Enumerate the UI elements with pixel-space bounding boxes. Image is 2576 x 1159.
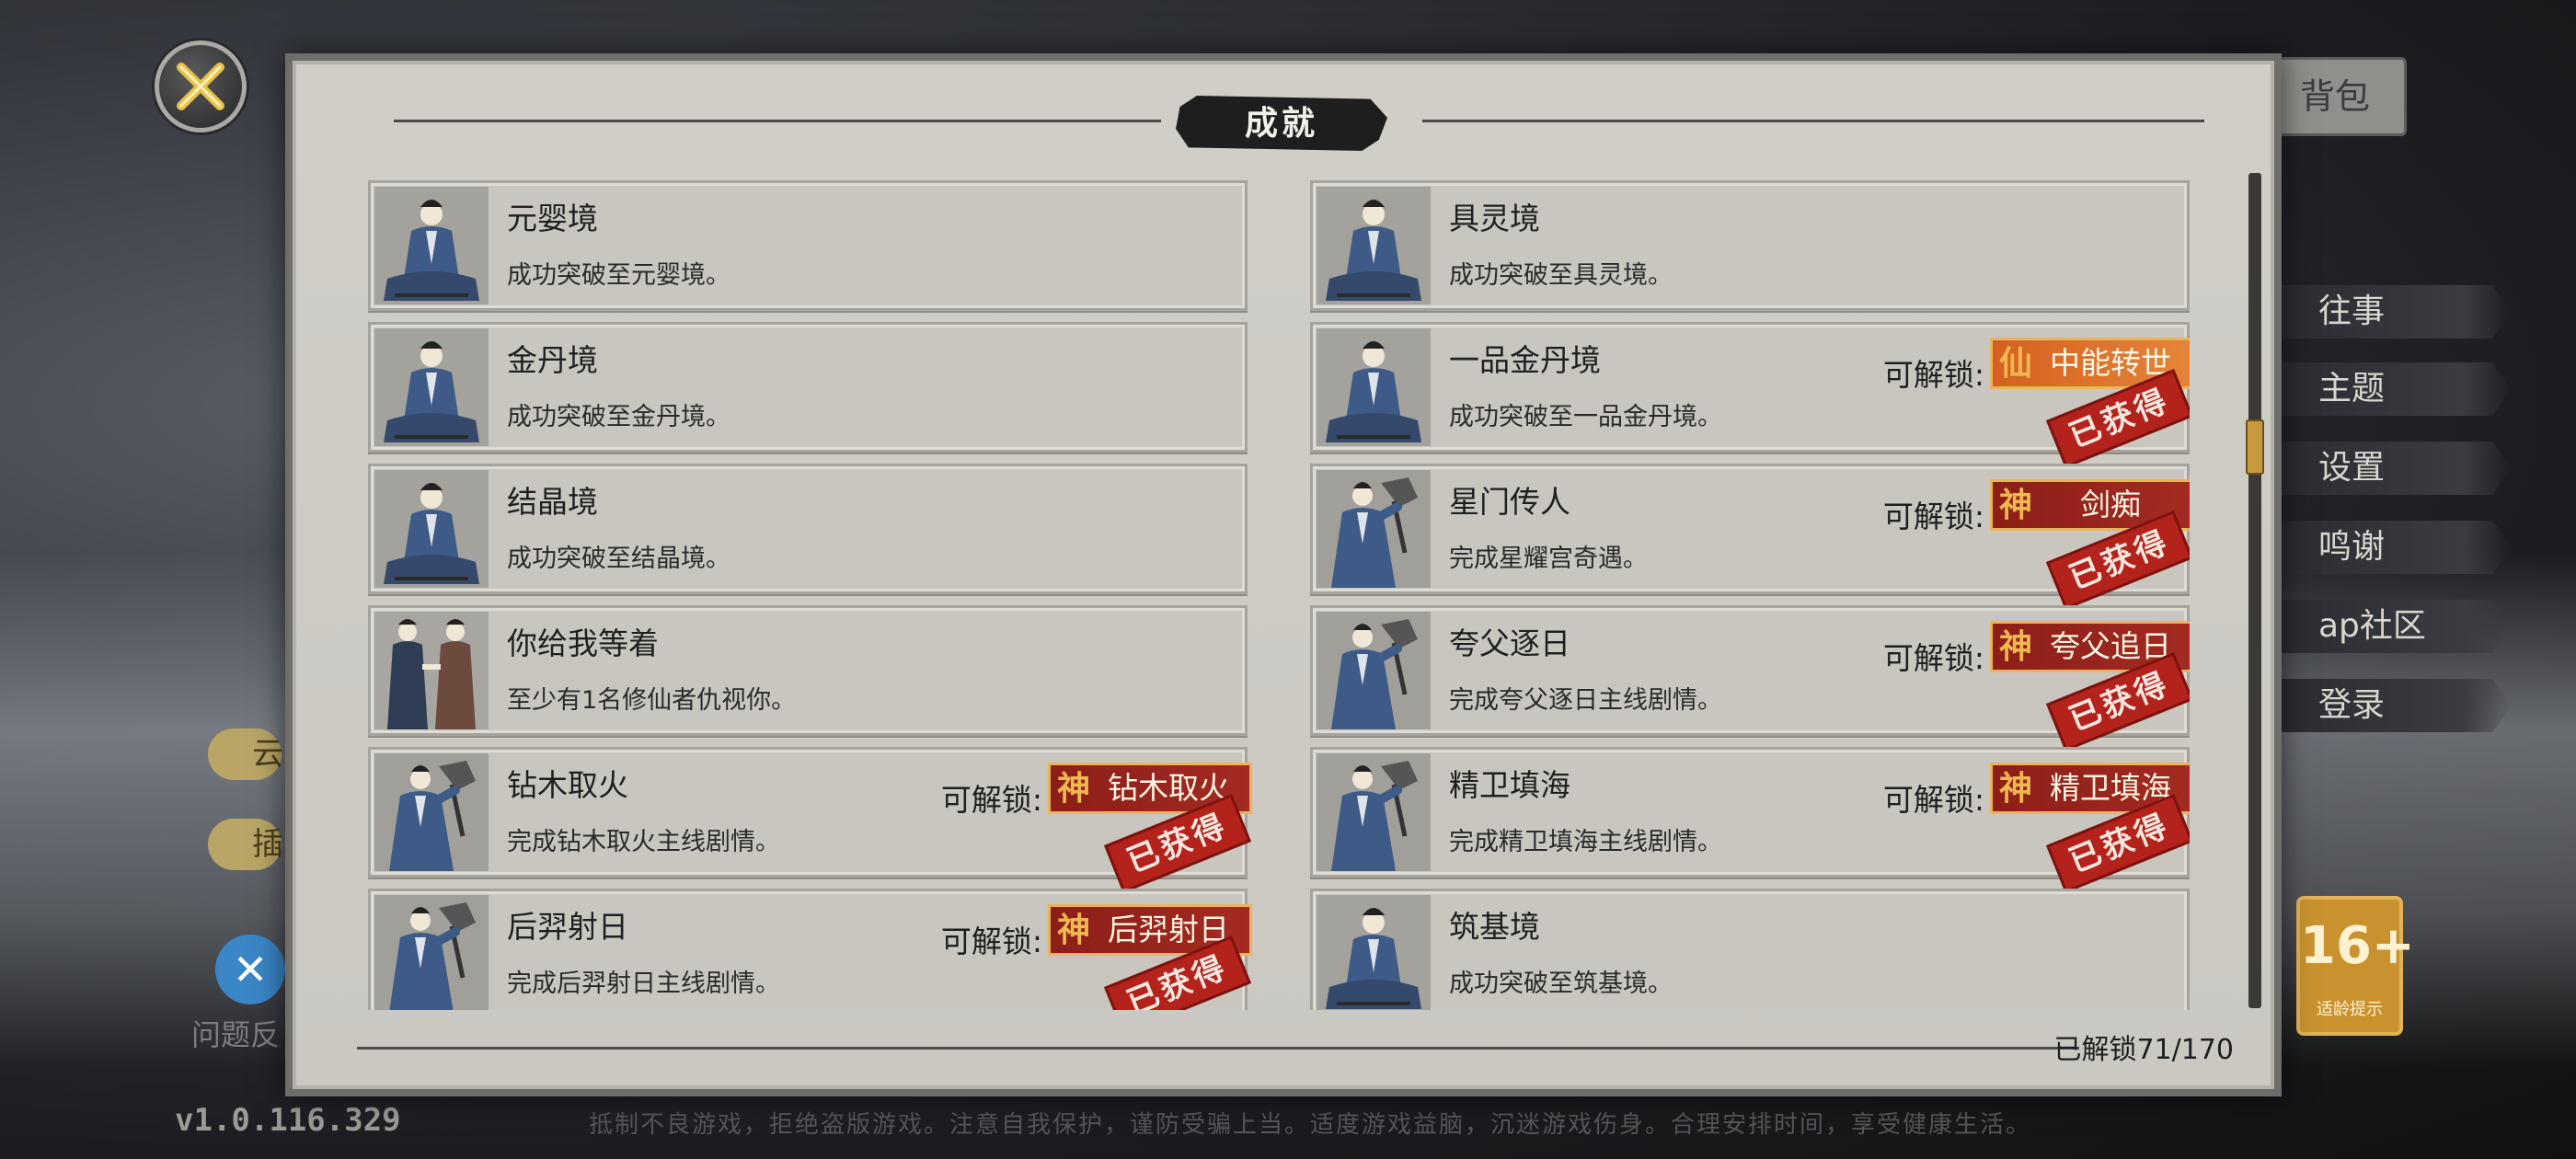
achievement-description: 至少有1名修仙者仇视你。: [507, 686, 797, 715]
bag-button[interactable]: 背包: [2263, 57, 2407, 136]
achievement-description: 完成星耀宫奇遇。: [1449, 545, 1648, 573]
title-rule-left: [394, 120, 1161, 122]
feedback-label: 问题反: [191, 1017, 281, 1052]
meditating-cultivator-avatar: [374, 328, 489, 446]
achievement-title: 精卫填海: [1449, 767, 1570, 803]
achievement-title: 具灵境: [1449, 201, 1540, 236]
side-menu-item[interactable]: 往事: [2272, 285, 2512, 339]
achievement-card[interactable]: 夸父逐日 完成夸父逐日主线剧情。 可解锁: 神夸父追日 已获得: [1310, 605, 2190, 752]
age-rating-badge: 16+ 适龄提示: [2296, 896, 2415, 1036]
unlock-label: 可解锁:: [940, 924, 1042, 959]
side-menu-item[interactable]: ap社区: [2272, 600, 2512, 653]
achievement-card[interactable]: 钻木取火 完成钻木取火主线剧情。 可解锁: 神钻木取火 已获得: [368, 747, 1252, 894]
side-menu-item[interactable]: 登录: [2272, 679, 2512, 732]
age-rating-caption: 适龄提示: [2317, 1000, 2383, 1019]
achievement-description: 成功突破至具灵境。: [1449, 261, 1673, 290]
title-rule-right: [1422, 120, 2204, 122]
meditating-cultivator-avatar: [374, 187, 489, 304]
achievement-title: 筑基境: [1449, 909, 1540, 945]
achievement-title: 结晶境: [507, 484, 598, 520]
achievement-description: 完成精卫填海主线剧情。: [1449, 828, 1722, 856]
achievement-title: 元婴境: [507, 201, 598, 236]
unlock-label: 可解锁:: [1882, 357, 1984, 393]
health-notice: 抵制不良游戏，拒绝盗版游戏。注意自我保护，谨防受骗上当。适度游戏益脑，沉迷游戏伤…: [589, 1111, 2032, 1139]
achievement-card[interactable]: 筑基境成功突破至筑基境。: [1310, 889, 2190, 1010]
meditating-cultivator-avatar: [1317, 895, 1431, 1010]
achievement-card[interactable]: 你给我等着至少有1名修仙者仇视你。: [368, 605, 1248, 736]
unlock-label: 可解锁:: [1882, 640, 1984, 676]
version-label: v1.0.116.329: [175, 1102, 401, 1139]
standing-cultivator-avatar: [1317, 470, 1431, 588]
achievement-description: 完成后羿射日主线剧情。: [507, 970, 780, 998]
side-menu-item[interactable]: 主题: [2272, 362, 2512, 416]
achievement-card[interactable]: 具灵境成功突破至具灵境。: [1310, 180, 2190, 311]
achievement-title: 你给我等着: [507, 625, 659, 661]
achievement-title: 金丹境: [507, 342, 598, 378]
achievement-description: 成功突破至一品金丹境。: [1449, 403, 1722, 431]
meditating-cultivator-avatar: [374, 470, 489, 588]
standing-cultivator-avatar: [1317, 612, 1431, 729]
left-pill-plugin[interactable]: 插: [208, 819, 283, 870]
achievement-title: 钻木取火: [507, 767, 628, 803]
achievement-card[interactable]: 后羿射日 完成后羿射日主线剧情。 可解锁: 神后羿射日 已获得: [368, 889, 1252, 1010]
achievement-card[interactable]: 精卫填海 完成精卫填海主线剧情。 可解锁: 神精卫填海 已获得: [1310, 747, 2190, 894]
meditating-cultivator-avatar: [1317, 187, 1431, 304]
side-menu-item[interactable]: 鸣谢: [2272, 521, 2512, 574]
achievement-description: 成功突破至结晶境。: [507, 545, 730, 573]
two-cultivators-avatar: [374, 612, 489, 729]
standing-cultivator-avatar: [1317, 753, 1431, 871]
achievement-title: 夸父逐日: [1449, 625, 1570, 661]
side-menu-item[interactable]: 设置: [2272, 442, 2512, 495]
achievement-description: 成功突破至元婴境。: [507, 261, 730, 290]
achievement-title: 后羿射日: [507, 909, 628, 945]
scrollbar[interactable]: [2246, 173, 2264, 1008]
meditating-cultivator-avatar: [1317, 328, 1431, 446]
achievement-list[interactable]: 元婴境 成功突破至元婴境。 具灵境 成功突破至具灵境。 金丹境 成功突破至金丹境。 一品金丹…: [368, 180, 2190, 1010]
standing-cultivator-avatar: [374, 895, 489, 1010]
unlock-count: 已解锁71/170: [2053, 1034, 2234, 1066]
unlock-label: 可解锁:: [940, 782, 1042, 818]
close-icon: [177, 63, 224, 110]
achievement-card[interactable]: 一品金丹境 成功突破至一品金丹境。 可解锁: 仙中能转世 已获得: [1310, 322, 2190, 469]
scroll-thumb[interactable]: [2246, 419, 2264, 475]
achievement-card[interactable]: 星门传人 完成星耀宫奇遇。 可解锁: 神剑痴 已获得: [1310, 464, 2190, 611]
achievement-description: 完成夸父逐日主线剧情。: [1449, 686, 1722, 715]
achievement-description: 成功突破至筑基境。: [1449, 970, 1673, 998]
close-button[interactable]: [155, 40, 247, 132]
unlock-label: 可解锁:: [1882, 782, 1984, 818]
achievements-panel: 成就 元婴境 成功突破至元婴境。 具灵境 成功突破至具灵境。 金丹境 成功突破至金丹境。一…: [285, 53, 2282, 1096]
achievement-card[interactable]: 结晶境成功突破至结晶境。: [368, 464, 1248, 594]
age-rating-number: 16+: [2300, 916, 2415, 976]
achievement-description: 成功突破至金丹境。: [507, 403, 730, 431]
left-pill-cloud[interactable]: 云: [208, 729, 283, 780]
achievement-title: 一品金丹境: [1449, 342, 1601, 378]
bottom-rule: [357, 1047, 2079, 1050]
achievement-title: 星门传人: [1449, 484, 1570, 520]
achievement-card[interactable]: 元婴境成功突破至元婴境。: [368, 180, 1248, 311]
standing-cultivator-avatar: [374, 753, 489, 871]
achievement-card[interactable]: 金丹境成功突破至金丹境。: [368, 322, 1248, 453]
unlock-label: 可解锁:: [1882, 499, 1984, 534]
achievement-description: 完成钻木取火主线剧情。: [507, 828, 780, 856]
page-title: 成就: [1244, 104, 1318, 143]
feedback-wrench-icon[interactable]: ✕: [215, 935, 285, 1004]
